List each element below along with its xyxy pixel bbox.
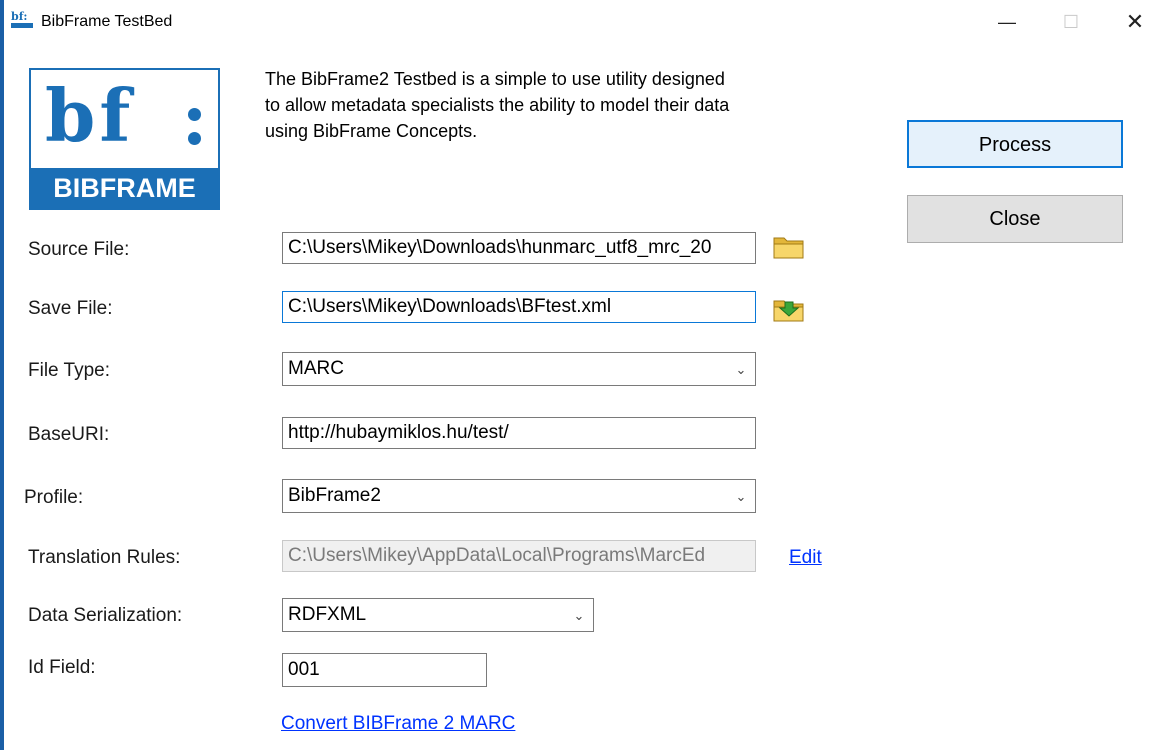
process-button[interactable]: Process [907, 120, 1123, 168]
profile-label: Profile: [24, 487, 84, 508]
app-icon-label: bf: [11, 10, 28, 23]
id-field-label: Id Field: [28, 657, 96, 678]
translation-rules-label: Translation Rules: [28, 547, 181, 568]
data-serialization-label: Data Serialization: [28, 605, 183, 626]
intro-text: The BibFrame2 Testbed is a simple to use… [265, 69, 730, 141]
convert-bibframe-link[interactable]: Convert BIBFrame 2 MARC [281, 713, 515, 735]
app-icon-bar [11, 23, 33, 28]
save-file-label: Save File: [28, 298, 113, 319]
logo-colon-dot [188, 108, 201, 121]
bibframe-logo: bf BIBFRAME [29, 68, 220, 210]
app-window: bf: BibFrame TestBed — ☐ ✕ bf BIBFRAME T… [4, 0, 1151, 750]
minimize-button[interactable]: — [984, 6, 1030, 38]
data-serialization-value: RDFXML [288, 604, 367, 625]
maximize-button[interactable]: ☐ [1048, 6, 1094, 38]
logo-colon-dot [188, 132, 201, 145]
window-title: BibFrame TestBed [41, 13, 173, 30]
close-button[interactable]: Close [907, 195, 1123, 243]
title-bar: bf: BibFrame TestBed — ☐ ✕ [4, 0, 1151, 44]
save-file-input[interactable]: C:\Users\Mikey\Downloads\BFtest.xml [282, 291, 756, 323]
file-type-value: MARC [288, 358, 344, 379]
source-file-input[interactable]: C:\Users\Mikey\Downloads\hunmarc_utf8_mr… [282, 232, 756, 264]
folder-icon[interactable] [772, 233, 806, 261]
close-window-button[interactable]: ✕ [1112, 6, 1151, 38]
base-uri-input[interactable]: http://hubaymiklos.hu/test/ [282, 417, 756, 449]
id-field-input[interactable]: 001 [282, 653, 487, 687]
base-uri-label: BaseURI: [28, 424, 110, 445]
app-icon: bf: [11, 11, 33, 31]
chevron-down-icon[interactable]: ⌄ [571, 599, 587, 631]
source-file-label: Source File: [28, 239, 130, 260]
profile-value: BibFrame2 [288, 485, 381, 506]
logo-banner: BIBFRAME [31, 168, 218, 208]
folder-save-icon[interactable] [772, 296, 806, 324]
chevron-down-icon[interactable]: ⌄ [733, 480, 749, 512]
file-type-label: File Type: [28, 360, 111, 381]
edit-rules-link[interactable]: Edit [789, 547, 822, 569]
translation-rules-input: C:\Users\Mikey\AppData\Local\Programs\Ma… [282, 540, 756, 572]
logo-mark: bf [45, 73, 135, 158]
data-serialization-select[interactable]: RDFXML ⌄ [282, 598, 594, 632]
file-type-select[interactable]: MARC ⌄ [282, 352, 756, 386]
profile-select[interactable]: BibFrame2 ⌄ [282, 479, 756, 513]
chevron-down-icon[interactable]: ⌄ [733, 353, 749, 385]
